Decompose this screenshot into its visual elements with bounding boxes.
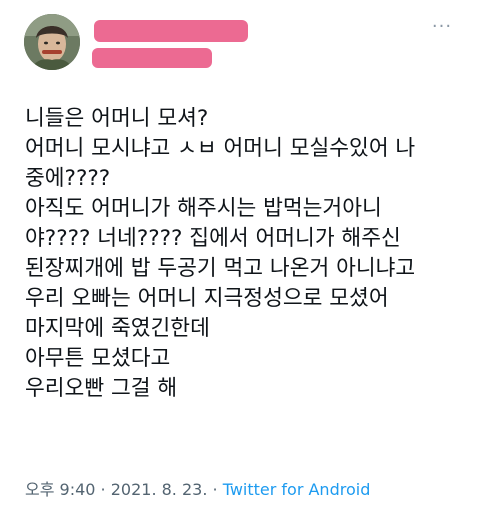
tweet-line: 우리 오빠는 어머니 지극정성으로 모셨어 [25, 286, 389, 311]
tweet-card: ··· 니들은 어머니 모셔? 어머니 모시냐고 ㅅㅂ 어머니 모실수있어 나 … [0, 0, 480, 506]
separator-dot: · [207, 480, 223, 499]
redacted-username [92, 48, 212, 68]
tweet-line: 니들은 어머니 모셔? [25, 106, 209, 131]
more-options-icon[interactable]: ··· [430, 18, 454, 38]
tweet-time[interactable]: 오후 9:40 [25, 480, 95, 499]
tweet-source-link[interactable]: Twitter for Android [223, 480, 371, 499]
tweet-line: 어머니 모시냐고 ㅅㅂ 어머니 모실수있어 나 [25, 136, 416, 161]
tweet-metadata: 오후 9:40 · 2021. 8. 23. · Twitter for And… [25, 476, 370, 500]
tweet-line: 아무튼 모셨다고 [25, 346, 171, 371]
tweet-line: 아직도 어머니가 해주시는 밥먹는거아니 [25, 196, 382, 221]
tweet-line: 된장찌개에 밥 두공기 먹고 나온거 아니냐고 [25, 256, 416, 281]
redacted-display-name [94, 20, 248, 42]
avatar-image [24, 14, 80, 70]
tweet-line: 중에???? [25, 166, 111, 191]
tweet-line: 야???? 너네???? 집에서 어머니가 해주신 [25, 226, 401, 251]
tweet-line: 우리오빤 그걸 해 [25, 376, 178, 401]
tweet-text: 니들은 어머니 모셔? 어머니 모시냐고 ㅅㅂ 어머니 모실수있어 나 중에??… [25, 104, 465, 404]
tweet-line: 마지막에 죽였긴한데 [25, 316, 210, 341]
tweet-date[interactable]: 2021. 8. 23. [111, 480, 208, 499]
separator-dot: · [95, 480, 111, 499]
profile-avatar[interactable] [24, 14, 80, 70]
